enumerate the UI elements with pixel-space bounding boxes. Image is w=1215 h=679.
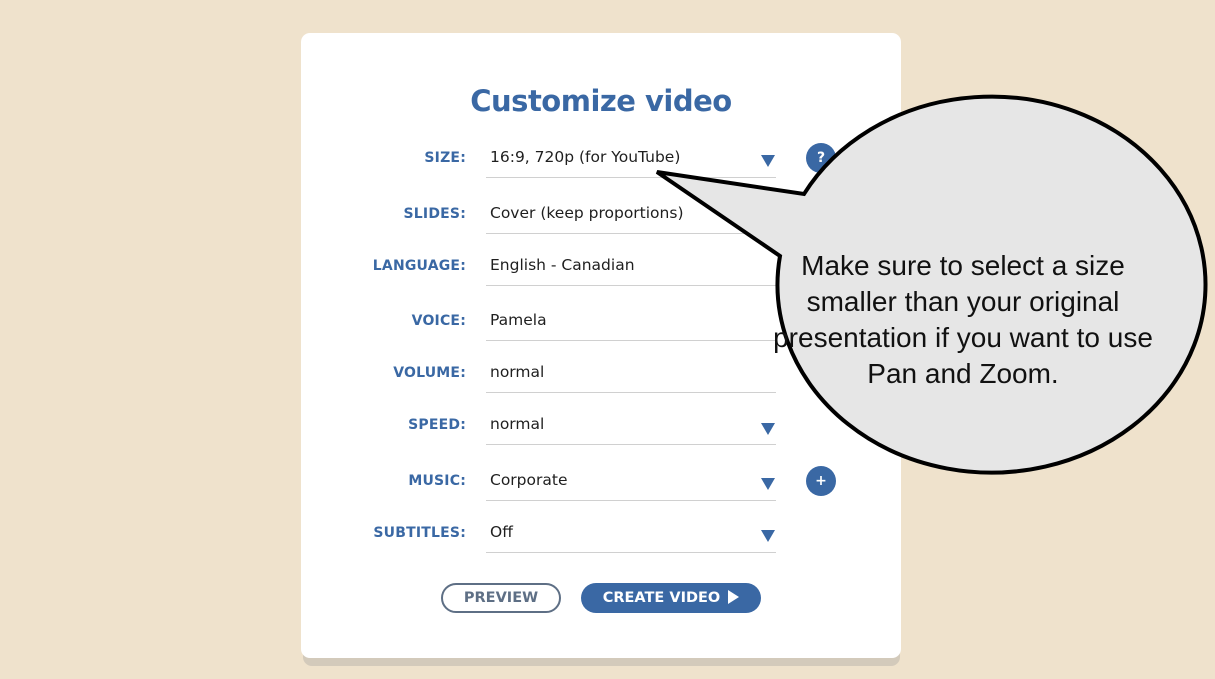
callout-text: Make sure to select a size smaller than … [773,250,1153,389]
page: Customize video SIZE: 16:9, 720p (for Yo… [0,0,1215,679]
